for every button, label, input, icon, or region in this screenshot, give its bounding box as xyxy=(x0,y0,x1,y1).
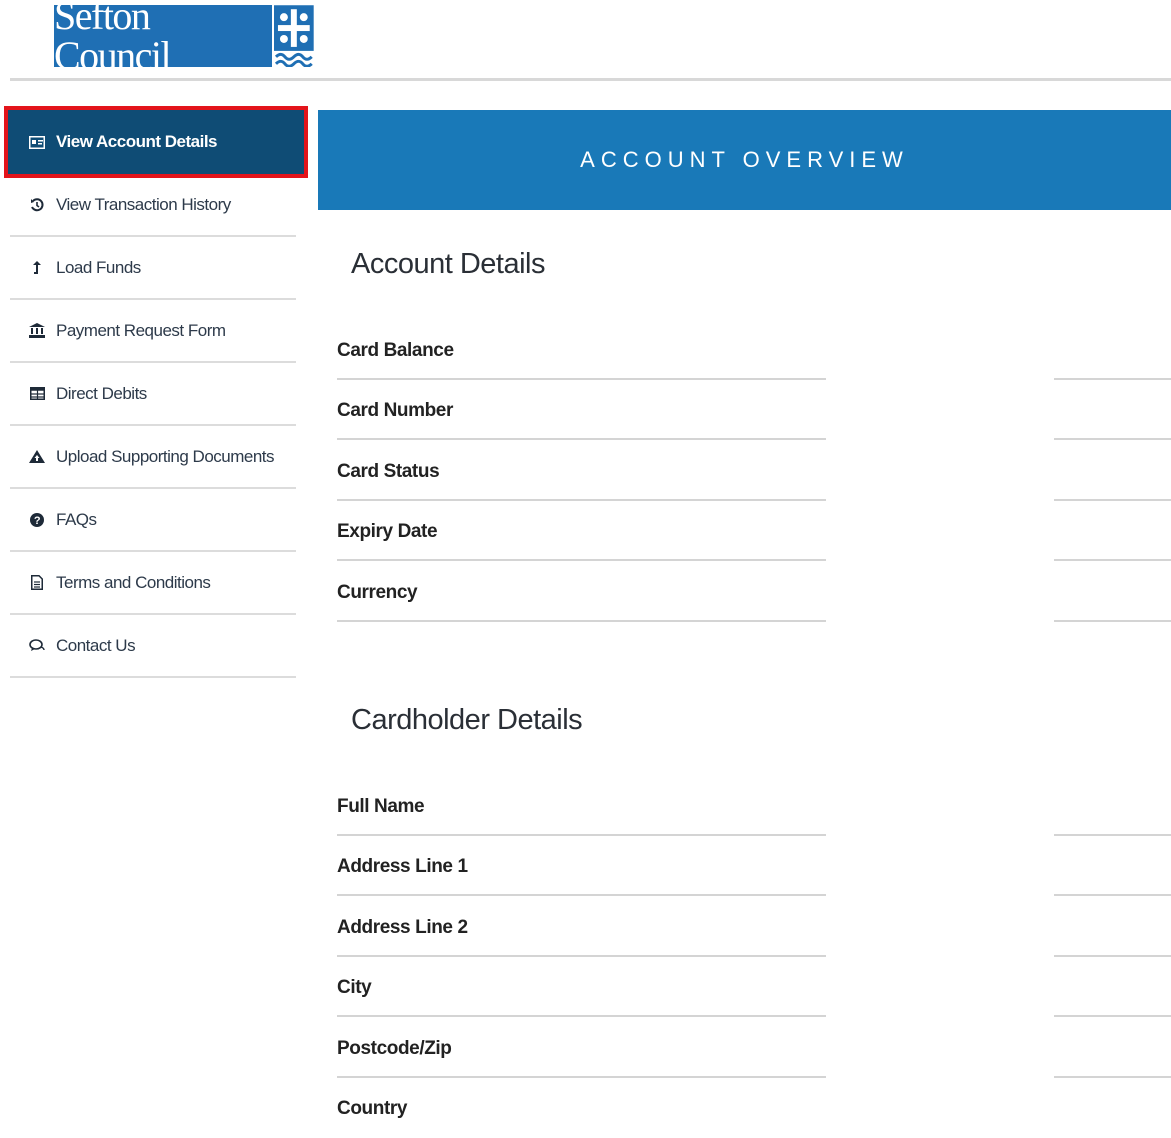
history-icon xyxy=(28,196,46,214)
divider xyxy=(337,894,826,896)
divider xyxy=(1054,894,1171,896)
divider xyxy=(1054,559,1171,561)
field-postcode-zip: Postcode/Zip xyxy=(337,1018,1171,1078)
divider xyxy=(337,1015,826,1017)
sidebar-item-contact-us[interactable]: Contact Us xyxy=(10,615,296,678)
divider xyxy=(337,559,826,561)
field-label: Card Status xyxy=(337,461,440,482)
sidebar-item-label: FAQs xyxy=(56,509,97,529)
field-label: Country xyxy=(337,1098,408,1119)
field-card-number: Card Number xyxy=(337,380,1171,440)
field-label: Address Line 1 xyxy=(337,856,468,877)
sidebar-item-label: View Transaction History xyxy=(56,194,231,214)
sidebar-item-view-account-details[interactable]: View Account Details xyxy=(4,106,308,178)
field-label: Card Balance xyxy=(337,340,454,361)
cardholder-details-heading: Cardholder Details xyxy=(351,704,583,736)
field-currency: Currency xyxy=(337,562,1171,622)
sidebar-item-label: Direct Debits xyxy=(56,383,147,403)
field-country: Country xyxy=(337,1078,1171,1138)
field-full-name: Full Name xyxy=(337,776,1171,836)
sidebar-item-terms-and-conditions[interactable]: Terms and Conditions xyxy=(10,552,296,615)
account-details-heading: Account Details xyxy=(351,248,546,280)
field-card-status: Card Status xyxy=(337,441,1171,501)
logo-text: Sefton Council xyxy=(54,0,273,76)
field-label: Postcode/Zip xyxy=(337,1038,452,1059)
sidebar-nav: View Account Details View Transaction Hi… xyxy=(4,106,308,678)
divider xyxy=(1054,620,1171,622)
banner-title: ACCOUNT OVERVIEW xyxy=(580,147,909,172)
sidebar-item-direct-debits[interactable]: Direct Debits xyxy=(10,363,296,426)
sidebar-item-label: Load Funds xyxy=(56,257,141,277)
crest-icon xyxy=(274,5,314,67)
sidebar-item-label: Payment Request Form xyxy=(56,320,226,340)
chat-icon xyxy=(28,637,46,655)
header-divider xyxy=(10,78,1171,81)
field-label: City xyxy=(337,977,372,998)
sidebar-item-label: Upload Supporting Documents xyxy=(56,446,275,466)
divider xyxy=(1054,1015,1171,1017)
field-label: Expiry Date xyxy=(337,521,438,542)
sidebar-item-payment-request-form[interactable]: Payment Request Form xyxy=(10,300,296,363)
field-label: Currency xyxy=(337,582,418,603)
field-city: City xyxy=(337,957,1171,1017)
divider xyxy=(337,438,826,440)
sidebar-item-faqs[interactable]: ? FAQs xyxy=(10,489,296,552)
field-label: Card Number xyxy=(337,400,453,421)
upload-arrow-icon xyxy=(28,259,46,277)
field-card-balance: Card Balance xyxy=(337,320,1171,380)
account-overview-banner: ACCOUNT OVERVIEW xyxy=(318,110,1171,210)
table-icon xyxy=(28,385,46,403)
field-address-line-2: Address Line 2 xyxy=(337,897,1171,957)
sidebar-item-label: Contact Us xyxy=(56,635,136,655)
council-logo[interactable]: Sefton Council xyxy=(54,0,314,76)
divider xyxy=(1054,438,1171,440)
sidebar-item-load-funds[interactable]: Load Funds xyxy=(10,237,296,300)
svg-text:?: ? xyxy=(34,515,41,527)
field-label: Full Name xyxy=(337,796,425,817)
field-address-line-1: Address Line 1 xyxy=(337,836,1171,896)
id-card-icon xyxy=(28,133,46,151)
document-icon xyxy=(28,574,46,592)
divider xyxy=(337,620,826,622)
sidebar-item-label: View Account Details xyxy=(56,132,218,151)
bank-icon xyxy=(28,322,46,340)
sidebar-item-upload-supporting-documents[interactable]: Upload Supporting Documents xyxy=(10,426,296,489)
sidebar-item-label: Terms and Conditions xyxy=(56,572,211,592)
cloud-upload-icon xyxy=(28,448,46,466)
field-label: Address Line 2 xyxy=(337,917,468,938)
field-expiry-date: Expiry Date xyxy=(337,501,1171,561)
question-circle-icon: ? xyxy=(28,511,46,529)
sidebar-item-view-transaction-history[interactable]: View Transaction History xyxy=(10,174,296,237)
